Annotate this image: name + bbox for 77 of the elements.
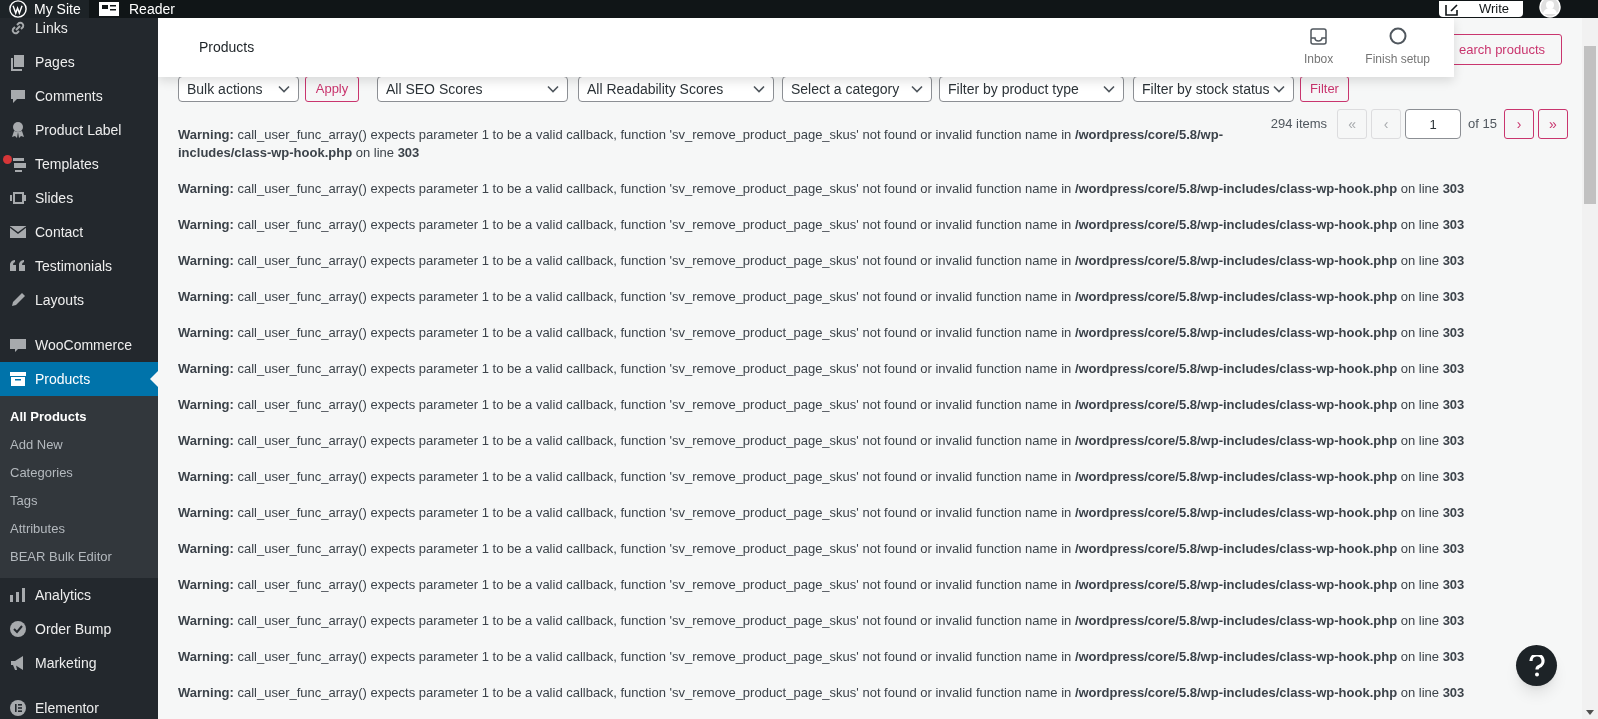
sidebar-item[interactable]: Comments [0, 79, 158, 113]
warning-message: Warning: call_user_func_array() expects parameter 1 to be a valid callback, function 'sv_remove_product_page_skus' not found or invalid function name in /wordpress/core/5.8/wp-includes/class-wp-hook.php on line 303 [178, 180, 1465, 198]
filter-select[interactable]: All SEO Scores [377, 76, 568, 102]
warning-message: Warning: call_user_func_array() expects parameter 1 to be a valid callback, function 'sv_remove_product_page_skus' not found or invalid function name in /wordpress/core/5.8/wp-includes/class-wp-hook.php on line 303 [178, 504, 1465, 522]
warning-message: Warning: call_user_func_array() expects parameter 1 to be a valid callback, function 'sv_remove_product_page_skus' not found or invalid function name in /wordpress/core/5.8/wp-includes/class-wp-hook.php on line 303 [178, 612, 1465, 630]
sidebar-item[interactable]: Analytics [0, 578, 158, 612]
sidebar-item[interactable]: Marketing [0, 646, 158, 680]
page-nav-button[interactable]: › [1504, 109, 1534, 139]
filter-select[interactable]: Select a category [782, 76, 932, 102]
header-action-button[interactable]: Inbox [1303, 27, 1334, 68]
warning-message: Warning: call_user_func_array() expects parameter 1 to be a valid callback, function 'sv_remove_product_page_skus' not found or invalid function name in /wordpress/core/5.8/wp-includes/class-wp-hook.php on line 303 [178, 576, 1465, 594]
circle-icon [1388, 27, 1407, 45]
chevron-down-icon [911, 85, 923, 93]
warning-message: Warning: call_user_func_array() expects parameter 1 to be a valid callback, function 'sv_remove_product_page_skus' not found or invalid function name in /wordpress/core/5.8/wp-includes/class-wp-hook.php on line 303 [178, 216, 1465, 234]
sidebar-item[interactable]: Contact [0, 215, 158, 249]
chevron-down-icon [1273, 85, 1285, 93]
submenu-item[interactable]: Attributes [0, 515, 158, 543]
question-mark-icon [1528, 654, 1545, 677]
submenu-item[interactable]: Categories [0, 459, 158, 487]
help-button[interactable] [1516, 645, 1557, 686]
submenu-item[interactable]: BEAR Bulk Editor [0, 543, 158, 571]
sidebar-item[interactable]: Pages [0, 45, 158, 79]
sidebar-item[interactable]: Testimonials [0, 249, 158, 283]
sidebar-item[interactable]: Links [0, 18, 158, 45]
warning-message: Warning: call_user_func_array() expects parameter 1 to be a valid callback, function 'sv_remove_product_page_skus' not found or invalid function name in /wordpress/core/5.8/wp-includes/class-wp-hook.php on line 303 [178, 468, 1465, 486]
wordpress-logo-icon [8, 0, 28, 18]
check-circle-icon [8, 619, 28, 639]
warning-message: Warning: call_user_func_array() expects parameter 1 to be a valid callback, function 'sv_remove_product_page_skus' not found or invalid function name in /wordpress/core/5.8/wp-includes/class-wp-hook.php on line 303 [178, 126, 1224, 162]
current-indicator [150, 371, 158, 387]
warning-message: Warning: call_user_func_array() expects parameter 1 to be a valid callback, function 'sv_remove_product_page_skus' not found or invalid function name in /wordpress/core/5.8/wp-includes/class-wp-hook.php on line 303 [178, 540, 1465, 558]
warning-message: Warning: call_user_func_array() expects parameter 1 to be a valid callback, function 'sv_remove_product_page_skus' not found or invalid function name in /wordpress/core/5.8/wp-includes/class-wp-hook.php on line 303 [178, 684, 1465, 702]
reader-link[interactable]: Reader [89, 0, 175, 18]
filter-button[interactable]: Filter [1300, 76, 1349, 102]
page-nav-button: ‹ [1371, 109, 1402, 139]
warning-message: Warning: call_user_func_array() expects parameter 1 to be a valid callback, function 'sv_remove_product_page_skus' not found or invalid function name in /wordpress/core/5.8/wp-includes/class-wp-hook.php on line 303 [178, 288, 1465, 306]
scrollbar[interactable] [1582, 18, 1598, 719]
sidebar-item[interactable]: WooCommerce [0, 328, 158, 362]
write-button[interactable]: Write [1439, 1, 1523, 17]
item-count: 294 items [1270, 115, 1328, 133]
inbox-icon [1310, 27, 1328, 45]
sidebar-item[interactable]: Products [0, 362, 158, 396]
warning-message: Warning: call_user_func_array() expects parameter 1 to be a valid callback, function 'sv_remove_product_page_skus' not found or invalid function name in /wordpress/core/5.8/wp-includes/class-wp-hook.php on line 303 [178, 432, 1465, 450]
sidebar-item[interactable]: Elementor [0, 691, 158, 719]
page-nav-button: « [1337, 109, 1368, 139]
scroll-down-icon[interactable] [1586, 710, 1594, 715]
warning-message: Warning: call_user_func_array() expects parameter 1 to be a valid callback, function 'sv_remove_product_page_skus' not found or invalid function name in /wordpress/core/5.8/wp-includes/class-wp-hook.php on line 303 [178, 360, 1465, 378]
submenu-item[interactable]: Tags [0, 487, 158, 515]
page-number-field[interactable]: 1 [1405, 109, 1462, 139]
chevron-down-icon [1103, 85, 1115, 93]
submenu-item[interactable]: All Products [0, 403, 158, 431]
sidebar-item[interactable]: Product Label [0, 113, 158, 147]
chevron-down-icon [547, 85, 559, 93]
page-title: Products [198, 38, 256, 57]
scrollbar-thumb[interactable] [1584, 46, 1596, 204]
apply-button[interactable]: Apply [305, 76, 359, 102]
warning-message: Warning: call_user_func_array() expects parameter 1 to be a valid callback, function 'sv_remove_product_page_skus' not found or invalid function name in /wordpress/core/5.8/wp-includes/class-wp-hook.php on line 303 [178, 648, 1465, 666]
archive-icon [8, 369, 28, 389]
sidebar-item[interactable]: Slides [0, 181, 158, 215]
filter-select[interactable]: Filter by product type [939, 76, 1124, 102]
filter-select[interactable]: All Readability Scores [578, 76, 774, 102]
bulk-actions-select[interactable]: Bulk actions [178, 76, 299, 102]
chevron-down-icon [753, 85, 765, 93]
my-site-link[interactable]: My Site [0, 0, 89, 18]
page-nav-button[interactable]: » [1538, 109, 1568, 139]
bar-chart-icon [8, 585, 28, 605]
sidebar-item[interactable]: Templates [0, 147, 158, 181]
warning-message: Warning: call_user_func_array() expects parameter 1 to be a valid callback, function 'sv_remove_product_page_skus' not found or invalid function name in /wordpress/core/5.8/wp-includes/class-wp-hook.php on line 303 [178, 324, 1465, 342]
submenu-item[interactable]: Add New [0, 431, 158, 459]
sidebar-item[interactable]: Order Bump [0, 612, 158, 646]
warning-message: Warning: call_user_func_array() expects parameter 1 to be a valid callback, function 'sv_remove_product_page_skus' not found or invalid function name in /wordpress/core/5.8/wp-includes/class-wp-hook.php on line 303 [178, 396, 1465, 414]
header-action-button[interactable]: Finish setup [1365, 27, 1430, 68]
warning-message: Warning: call_user_func_array() expects parameter 1 to be a valid callback, function 'sv_remove_product_page_skus' not found or invalid function name in /wordpress/core/5.8/wp-includes/class-wp-hook.php on line 303 [178, 252, 1465, 270]
page-total: of 15 [1468, 115, 1497, 133]
filter-select[interactable]: Filter by stock status [1133, 76, 1294, 102]
avatar[interactable] [1539, 0, 1561, 18]
sidebar-item[interactable]: Layouts [0, 283, 158, 317]
chevron-down-icon [278, 85, 290, 93]
